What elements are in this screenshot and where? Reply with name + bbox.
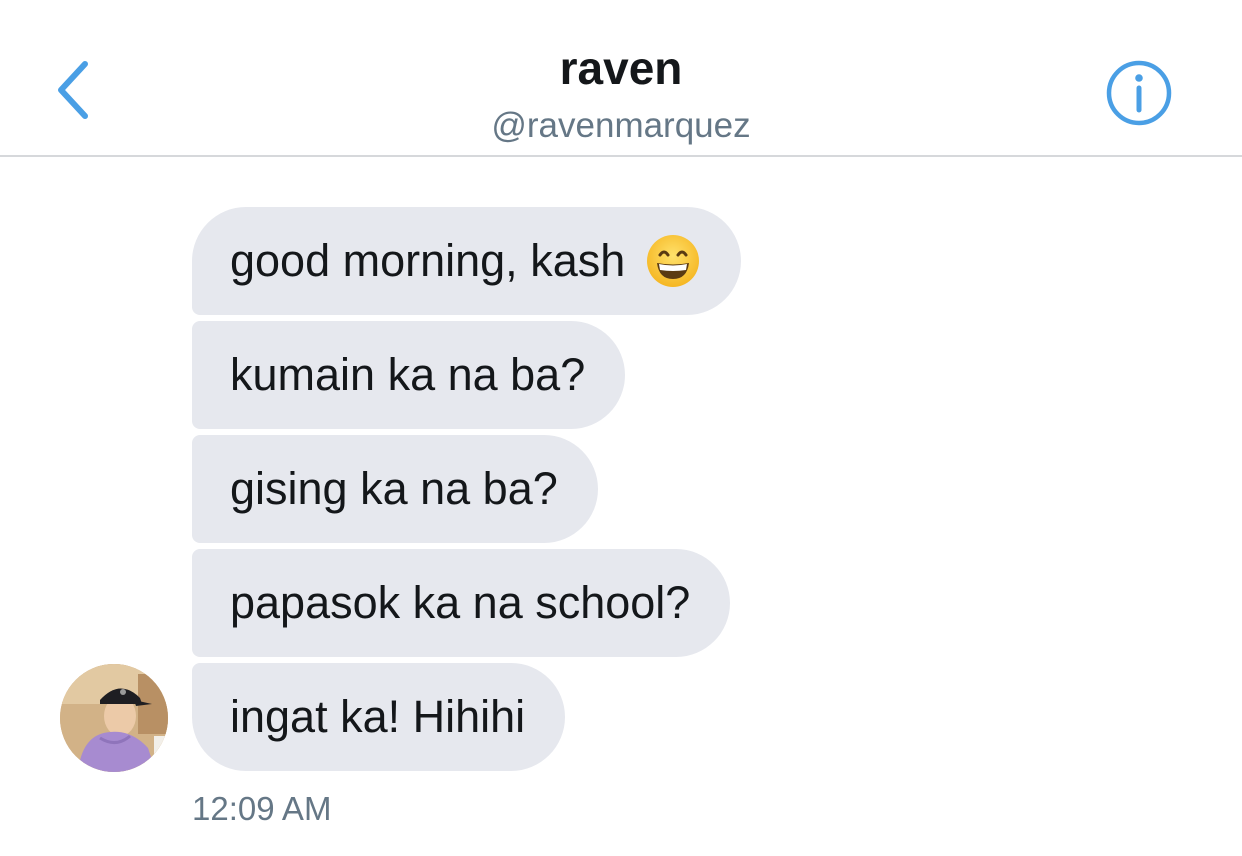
message-text: ingat ka! Hihihi [230, 691, 526, 742]
message-bubble[interactable]: good morning, kash [192, 207, 742, 315]
info-button[interactable] [1104, 58, 1174, 128]
message-timestamp: 12:09 AM [192, 790, 332, 827]
message-text: gising ka na ba? [230, 463, 558, 514]
info-icon [1106, 60, 1172, 126]
contact-handle: @ravenmarquez [491, 106, 751, 145]
avatar-image [60, 664, 168, 772]
back-button[interactable] [48, 58, 98, 122]
message-bubble[interactable]: kumain ka na ba? [192, 321, 626, 429]
conversation-header: raven @ravenmarquez [0, 0, 1242, 157]
message-text: good morning, kash [230, 235, 626, 286]
message-text: papasok ka na school? [230, 577, 691, 628]
message-text: kumain ka na ba? [230, 349, 586, 400]
message-bubble[interactable]: gising ka na ba? [192, 435, 598, 543]
message-bubble[interactable]: ingat ka! Hihihi [192, 663, 566, 771]
chevron-left-icon [58, 61, 88, 119]
message-bubble[interactable]: papasok ka na school? [192, 549, 731, 657]
avatar[interactable] [60, 664, 168, 772]
contact-name: raven [559, 42, 683, 94]
conversation-title[interactable]: raven @ravenmarquez [371, 40, 871, 148]
grinning-face-icon [647, 235, 700, 287]
